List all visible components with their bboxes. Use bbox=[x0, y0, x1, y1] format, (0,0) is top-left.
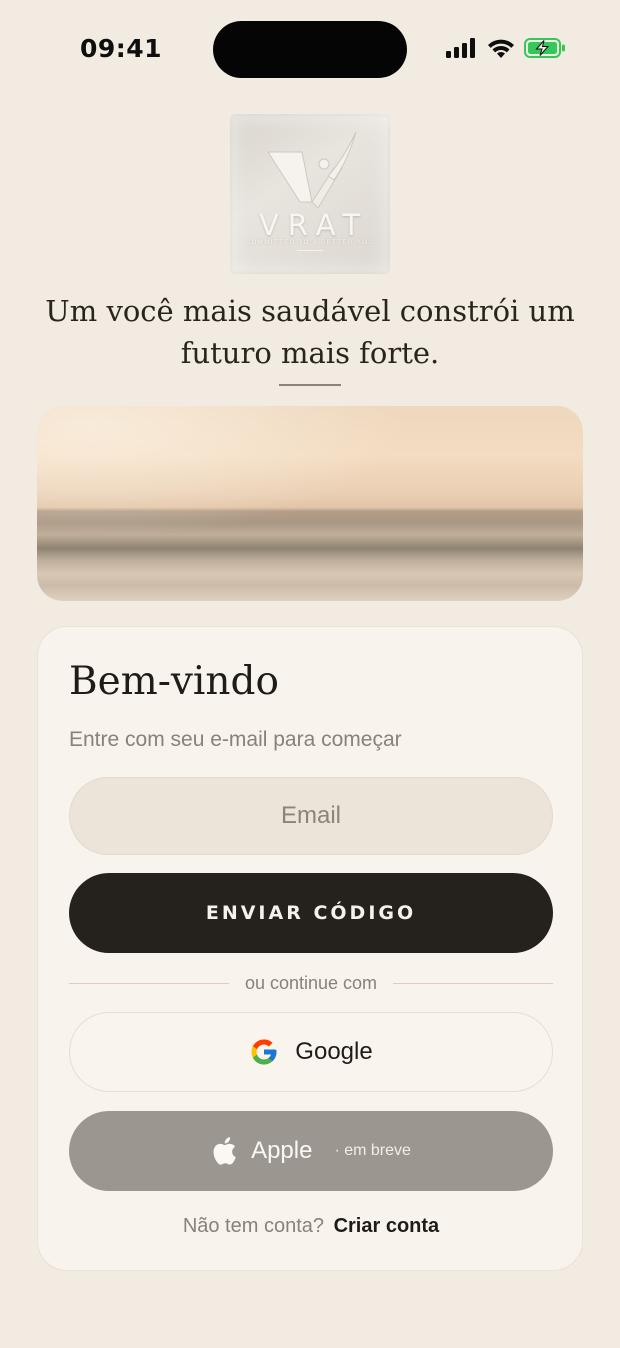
google-signin-button[interactable]: Google bbox=[69, 1012, 553, 1092]
apple-coming-soon: · em breve bbox=[334, 1142, 411, 1159]
login-screen: 09:41 VRAT COMMITTED TO A BETTER YOU Um … bbox=[0, 0, 620, 1348]
create-account-link[interactable]: Criar conta bbox=[334, 1215, 440, 1237]
divider-text: ou continue com bbox=[244, 972, 378, 993]
logo-tagline: COMMITTED TO A BETTER YOU bbox=[245, 240, 375, 246]
apple-signin-button[interactable]: Apple · em breve bbox=[69, 1111, 553, 1191]
hero-tagline: Um você mais saudável constrói um futuro… bbox=[45, 294, 575, 370]
logo-mark-icon bbox=[267, 131, 357, 251]
divider-line-right bbox=[393, 982, 553, 984]
signal-icon bbox=[446, 38, 475, 58]
send-code-button[interactable]: ENVIAR CÓDIGO bbox=[69, 873, 553, 953]
status-icons bbox=[446, 38, 566, 58]
apple-icon bbox=[213, 1137, 236, 1165]
wifi-icon bbox=[488, 39, 514, 58]
logo-wordmark: VRAT bbox=[258, 208, 370, 242]
welcome-subtitle: Entre com seu e-mail para começar bbox=[69, 728, 402, 751]
tagline-divider bbox=[279, 384, 341, 386]
status-time: 09:41 bbox=[80, 34, 163, 63]
divider-line-left bbox=[69, 982, 229, 984]
dynamic-island bbox=[213, 21, 407, 78]
login-card: Bem-vindo Entre com seu e-mail para come… bbox=[37, 626, 583, 1271]
vrat-logo: VRAT COMMITTED TO A BETTER YOU bbox=[230, 114, 390, 274]
apple-label: Apple bbox=[251, 1137, 313, 1164]
signup-row: Não tem conta? Criar conta bbox=[38, 1215, 584, 1238]
google-icon bbox=[251, 1039, 277, 1065]
google-label: Google bbox=[295, 1038, 373, 1065]
hero-ocean-image bbox=[37, 406, 583, 601]
email-input[interactable] bbox=[69, 777, 553, 855]
signup-prompt: Não tem conta? bbox=[182, 1215, 325, 1237]
battery-charging-icon bbox=[524, 38, 565, 58]
social-divider: ou continue com bbox=[69, 970, 553, 996]
welcome-title: Bem-vindo bbox=[69, 659, 279, 704]
